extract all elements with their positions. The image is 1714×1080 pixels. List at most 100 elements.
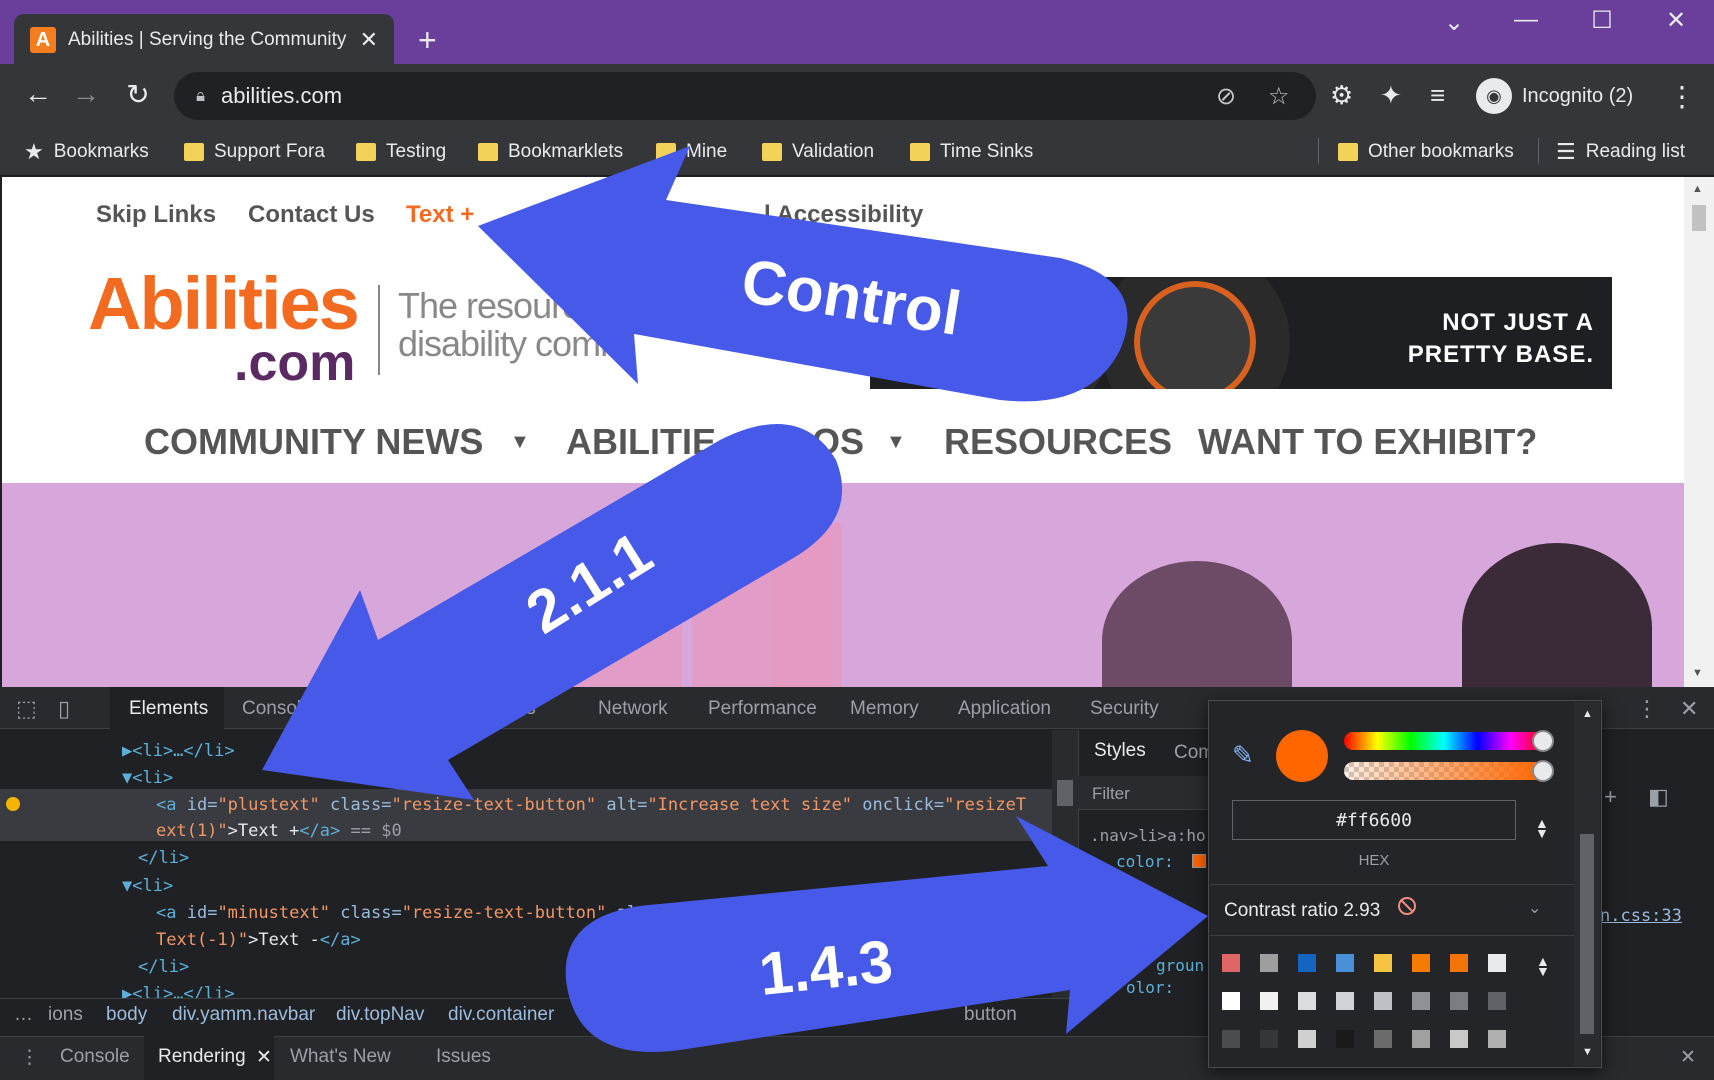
- css-property[interactable]: groun: [1156, 956, 1204, 975]
- tab-memory[interactable]: Memory: [850, 698, 919, 720]
- picker-scrollbar[interactable]: ▲ ▼: [1574, 702, 1600, 1066]
- format-toggle-icon[interactable]: ▲ ▼: [1535, 816, 1549, 840]
- breadcrumb-item[interactable]: ions: [48, 1004, 83, 1026]
- device-toolbar-icon[interactable]: ▯: [58, 696, 70, 722]
- stylesheet-link[interactable]: n.css:33: [1600, 906, 1682, 926]
- palette-swatch[interactable]: [1412, 992, 1430, 1010]
- close-tab-icon[interactable]: ✕: [360, 27, 378, 53]
- tab-security[interactable]: Security: [1090, 698, 1159, 720]
- drawer-menu-icon[interactable]: ⋮: [20, 1046, 39, 1069]
- palette-swatch[interactable]: [1374, 992, 1392, 1010]
- bookmark-folder[interactable]: Validation: [762, 136, 874, 168]
- css-selector[interactable]: .nav>li>a:ho: [1090, 826, 1206, 845]
- breadcrumb-overflow[interactable]: …: [14, 1004, 33, 1026]
- bookmark-folder[interactable]: Mine: [656, 136, 727, 168]
- hue-slider[interactable]: [1344, 730, 1554, 752]
- minimize-button[interactable]: —: [1506, 6, 1546, 34]
- palette-swatch[interactable]: [1488, 954, 1506, 972]
- page-scrollbar[interactable]: ▲ ▼: [1684, 177, 1714, 687]
- nav-abilities-expos-tail[interactable]: OS: [812, 421, 864, 463]
- maximize-button[interactable]: ☐: [1582, 6, 1622, 35]
- palette-swatch[interactable]: [1298, 992, 1316, 1010]
- tab-application[interactable]: Application: [958, 698, 1051, 720]
- new-tab-button[interactable]: +: [418, 20, 437, 60]
- alpha-slider-handle[interactable]: [1532, 760, 1554, 782]
- close-devtools-icon[interactable]: ✕: [1680, 696, 1698, 722]
- text-plus-link[interactable]: Text +: [406, 201, 474, 229]
- palette-swatch[interactable]: [1488, 1030, 1506, 1048]
- nav-resources[interactable]: RESOURCES: [944, 421, 1172, 463]
- dom-node[interactable]: ▶<li>…</li>: [122, 741, 235, 761]
- dom-node-line[interactable]: <a id="minustext" class="resize-text-but…: [156, 903, 729, 923]
- address-bar[interactable]: 🔒︎ abilities.com: [174, 72, 1316, 120]
- bookmark-folder[interactable]: Time Sinks: [910, 136, 1033, 168]
- color-swatch-button[interactable]: [1192, 854, 1206, 868]
- styles-filter-input[interactable]: Filter: [1078, 776, 1208, 810]
- palette-swatch[interactable]: [1298, 954, 1316, 972]
- css-property[interactable]: color:: [1116, 852, 1174, 871]
- bookmark-folder[interactable]: Bookmarklets: [478, 136, 623, 168]
- close-window-button[interactable]: ✕: [1656, 6, 1696, 35]
- reading-list[interactable]: ☰ Reading list: [1556, 136, 1685, 168]
- palette-swatch[interactable]: [1260, 954, 1278, 972]
- new-style-rule-icon[interactable]: +: [1604, 784, 1617, 810]
- browser-tab[interactable]: A Abilities | Serving the Community ✕: [14, 14, 394, 66]
- hue-slider-handle[interactable]: [1532, 730, 1554, 752]
- dom-node-line[interactable]: ext(1)">Text +</a> == $0: [156, 821, 402, 841]
- tab-performance[interactable]: Performance: [708, 698, 817, 720]
- drawer-tab-issues[interactable]: Issues: [436, 1046, 491, 1068]
- palette-swatch[interactable]: [1336, 992, 1354, 1010]
- tracking-blocked-icon[interactable]: ⊘: [1216, 82, 1236, 111]
- eyedropper-icon[interactable]: ✎: [1232, 740, 1254, 771]
- hex-value-input[interactable]: #ff6600: [1232, 800, 1516, 840]
- media-control-icon[interactable]: ≡: [1430, 80, 1445, 111]
- tab-styles[interactable]: Styles: [1082, 732, 1160, 770]
- dom-node[interactable]: ▼<li>: [122, 768, 173, 788]
- drawer-tab-rendering[interactable]: Rendering: [158, 1046, 246, 1068]
- bookmark-star-icon[interactable]: ☆: [1268, 82, 1290, 111]
- scroll-down-icon[interactable]: ▼: [1582, 1046, 1593, 1058]
- tab-search-icon[interactable]: ⌄: [1434, 8, 1474, 37]
- nav-want-to-exhibit[interactable]: WANT TO EXHIBIT?: [1198, 421, 1537, 463]
- reload-button[interactable]: ↻: [118, 78, 158, 111]
- tab-sources[interactable]: ces: [506, 698, 536, 720]
- palette-swatch[interactable]: [1412, 954, 1430, 972]
- incognito-profile[interactable]: ◉ Incognito (2): [1476, 74, 1646, 118]
- breadcrumb-item[interactable]: button: [964, 1004, 1017, 1026]
- devtools-menu-icon[interactable]: ⋮: [1636, 696, 1658, 722]
- tab-elements[interactable]: Elements: [110, 687, 224, 729]
- other-bookmarks[interactable]: Other bookmarks: [1338, 136, 1514, 168]
- extensions-puzzle-icon[interactable]: ✦: [1380, 80, 1402, 111]
- scrollbar-thumb[interactable]: [1580, 834, 1594, 1034]
- css-property[interactable]: olor:: [1126, 978, 1174, 997]
- scrollbar-thumb[interactable]: [1057, 780, 1073, 806]
- dom-node-line[interactable]: Text(-1)">Text -</a>: [156, 930, 361, 950]
- palette-swatch[interactable]: [1336, 1030, 1354, 1048]
- scrollbar-thumb[interactable]: [1692, 205, 1706, 231]
- palette-swatch[interactable]: [1260, 1030, 1278, 1048]
- extension-gear-icon[interactable]: ⚙: [1330, 80, 1353, 111]
- breadcrumb-item[interactable]: div.topNav: [336, 1004, 424, 1026]
- dom-node[interactable]: ▼<li>: [122, 876, 173, 896]
- toggle-sidebar-icon[interactable]: ◧: [1648, 784, 1669, 810]
- back-button[interactable]: ←: [18, 78, 58, 110]
- breadcrumb-item[interactable]: div.yamm.navbar: [172, 1004, 315, 1026]
- palette-swatch[interactable]: [1450, 954, 1468, 972]
- caret-down-icon[interactable]: ▼: [886, 431, 906, 454]
- breadcrumb-item[interactable]: body: [106, 1004, 147, 1026]
- scroll-up-icon[interactable]: ▲: [1692, 183, 1703, 195]
- nav-abilities-expos[interactable]: ABILITIE: [566, 421, 716, 463]
- close-rendering-tab-icon[interactable]: ✕: [256, 1046, 272, 1069]
- drawer-tab-whats-new[interactable]: What's New: [290, 1046, 391, 1068]
- palette-swatch[interactable]: [1450, 992, 1468, 1010]
- drawer-tab-console[interactable]: Console: [60, 1046, 130, 1068]
- palette-swatch[interactable]: [1374, 1030, 1392, 1048]
- bookmark-folder[interactable]: Support Fora: [184, 136, 325, 168]
- palette-swatch[interactable]: [1298, 1030, 1316, 1048]
- contact-us-link[interactable]: Contact Us: [248, 201, 375, 229]
- palette-swatch[interactable]: [1488, 992, 1506, 1010]
- chevron-down-icon[interactable]: ⌄: [1528, 898, 1541, 918]
- dom-node[interactable]: </li>: [138, 957, 189, 977]
- forward-button[interactable]: →: [66, 78, 106, 110]
- dom-node[interactable]: </li>: [138, 848, 189, 868]
